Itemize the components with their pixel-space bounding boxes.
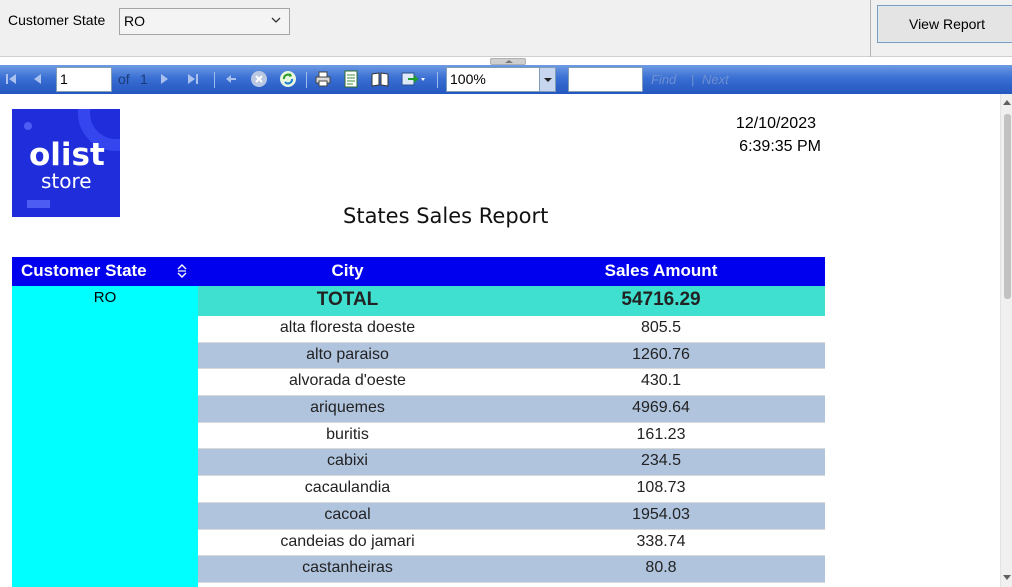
report-title: States Sales Report <box>343 204 549 228</box>
report-date: 12/10/2023 <box>735 115 816 132</box>
toolbar-separator <box>306 72 307 88</box>
next-link[interactable]: Next <box>702 72 729 87</box>
customer-state-dropdown[interactable]: RO <box>119 8 290 35</box>
print-layout-icon[interactable] <box>371 70 389 88</box>
table-row: candeias do jamari 338.74 <box>198 530 825 557</box>
scroll-up-icon[interactable] <box>1003 100 1011 105</box>
first-page-icon[interactable] <box>2 70 20 88</box>
parameter-divider <box>870 0 871 57</box>
table-row: cabixi 234.5 <box>198 449 825 477</box>
table-row: castanheiras 80.8 <box>198 556 825 583</box>
city-cell: alto paraiso <box>306 345 389 363</box>
page-number-input[interactable]: 1 <box>56 67 112 92</box>
svg-text:store: store <box>41 169 92 193</box>
amount-cell: 805.5 <box>640 319 682 336</box>
amount-cell: 1954.03 <box>632 505 690 523</box>
total-value: 54716.29 <box>621 289 701 310</box>
amount-cell: 234.5 <box>640 452 682 470</box>
amount-cell: 430.1 <box>640 372 682 390</box>
sort-icon[interactable] <box>176 263 188 279</box>
amount-cell: 4969.64 <box>632 399 690 417</box>
zoom-dropdown[interactable]: 100% <box>446 67 556 92</box>
amount-cell: 108.73 <box>636 479 686 497</box>
report-time: 6:39:35 PM <box>739 138 821 155</box>
last-page-icon[interactable] <box>184 70 202 88</box>
city-cell: cacoal <box>324 505 371 523</box>
state-group-cell: RO <box>12 286 198 587</box>
table-row: alvorada d'oeste 430.1 <box>198 369 825 397</box>
find-link[interactable]: Find <box>651 72 676 87</box>
customer-state-label: Customer State <box>8 12 106 28</box>
print-icon[interactable] <box>314 70 332 88</box>
back-icon[interactable] <box>222 70 240 88</box>
scroll-down-icon[interactable] <box>1003 575 1011 580</box>
amount-cell: 80.8 <box>645 559 677 577</box>
scrollbar-thumb[interactable] <box>1004 114 1011 299</box>
city-cell: cacaulandia <box>304 479 391 497</box>
toolbar-separator <box>437 72 438 88</box>
chevron-down-icon[interactable] <box>539 68 555 91</box>
page-setup-icon[interactable] <box>342 70 360 88</box>
previous-page-icon[interactable] <box>28 70 46 88</box>
refresh-icon[interactable] <box>279 70 297 88</box>
page-of-label: of <box>118 71 130 87</box>
table-row: ariquemes 4969.64 <box>198 396 825 423</box>
column-header-city: City <box>198 257 497 286</box>
page-total-label: 1 <box>140 71 148 87</box>
total-row: TOTAL 54716.29 <box>198 286 825 316</box>
column-header-sales-amount: Sales Amount <box>497 257 825 286</box>
export-icon[interactable] <box>400 70 428 88</box>
city-cell: buritis <box>326 425 369 443</box>
column-header-customer-state[interactable]: Customer State <box>12 257 198 286</box>
view-report-button[interactable]: View Report <box>877 5 1012 43</box>
table-row: alta floresta doeste 805.5 <box>198 316 825 343</box>
city-cell: candeias do jamari <box>280 532 415 550</box>
city-cell: ariquemes <box>310 399 385 417</box>
collapse-parameters-handle[interactable] <box>490 58 526 65</box>
table-row: cacaulandia 108.73 <box>198 476 825 503</box>
parameter-area: Customer State RO View Report <box>0 0 1012 57</box>
amount-cell: 338.74 <box>636 532 686 550</box>
next-page-icon[interactable] <box>156 70 174 88</box>
report-toolbar: 1 of 1 100% Find | Next <box>0 65 1012 94</box>
find-next-separator: | <box>691 72 695 87</box>
city-cell: alta floresta doeste <box>279 319 416 336</box>
city-rows: alta floresta doeste 805.5 alto paraiso 12… <box>198 316 825 583</box>
olist-store-logo: olist store <box>12 109 120 217</box>
total-label: TOTAL <box>316 289 379 310</box>
toolbar-separator <box>214 72 215 88</box>
table-row: alto paraiso 1260.76 <box>198 342 825 370</box>
table-row: cacoal 1954.03 <box>198 502 825 530</box>
svg-text:olist: olist <box>29 137 105 173</box>
column-header-label: Customer State <box>21 261 147 280</box>
find-text-input[interactable] <box>568 67 643 92</box>
stop-icon[interactable] <box>250 70 268 88</box>
customer-state-selected-value: RO <box>124 13 145 29</box>
zoom-value: 100% <box>450 71 486 87</box>
chevron-down-icon <box>271 17 281 23</box>
table-row: buritis 161.23 <box>198 423 825 450</box>
city-cell: alvorada d'oeste <box>289 372 406 390</box>
amount-cell: 161.23 <box>636 425 686 443</box>
report-viewer: olist store 12/10/2023 6:39:35 PM States… <box>0 94 1000 587</box>
vertical-scrollbar[interactable] <box>1000 94 1012 587</box>
amount-cell: 1260.76 <box>632 345 690 363</box>
city-cell: castanheiras <box>302 559 393 577</box>
city-cell: cabixi <box>327 452 368 470</box>
